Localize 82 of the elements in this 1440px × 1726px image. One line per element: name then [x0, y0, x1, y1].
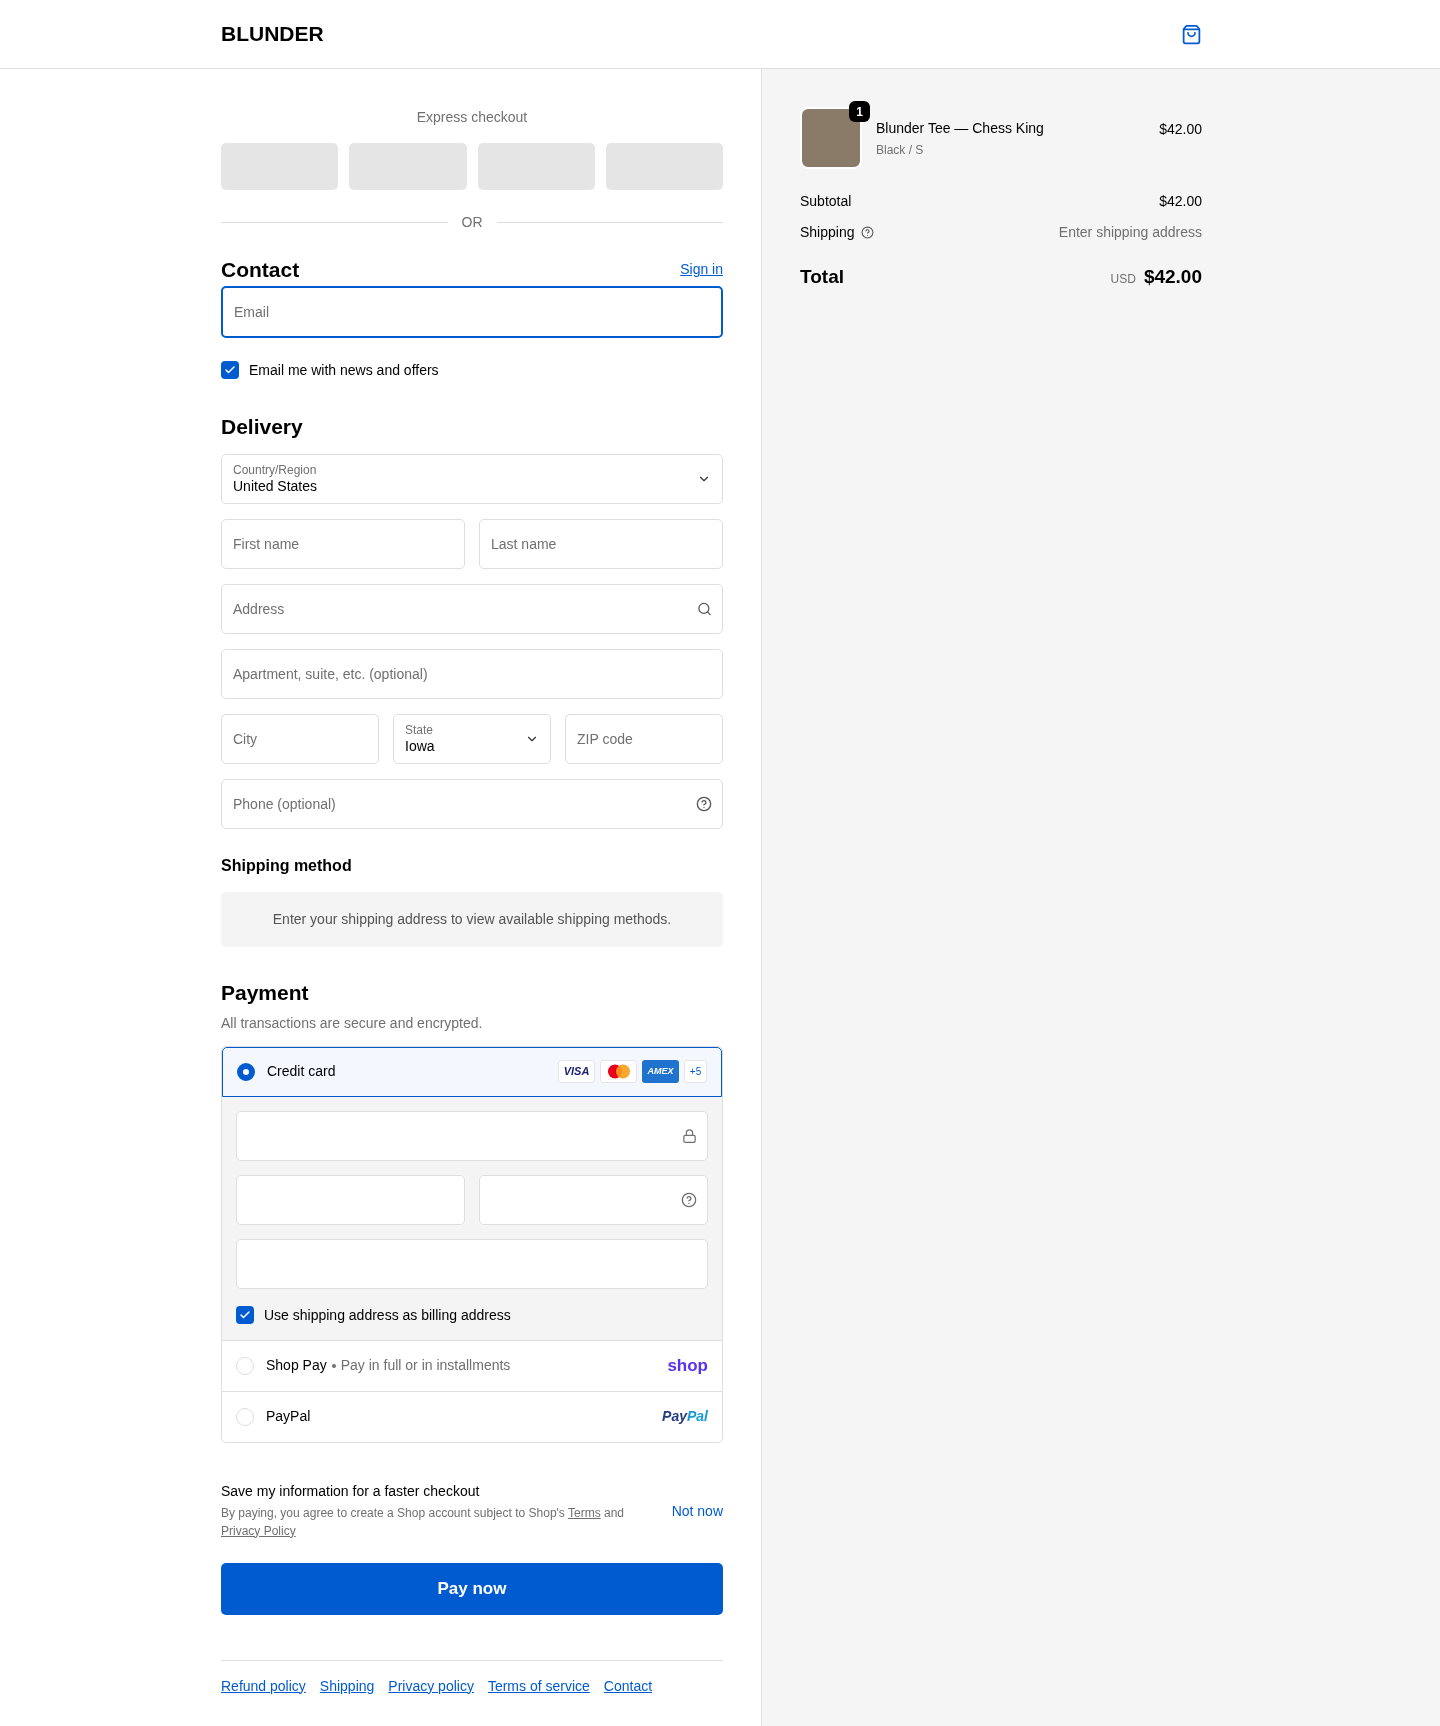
shop-logo: shop — [667, 1354, 708, 1377]
email-field[interactable]: Email — [221, 285, 723, 338]
product-photo-placeholder — [800, 107, 862, 169]
sign-in-link[interactable]: Sign in — [680, 259, 723, 281]
check-icon — [239, 1309, 251, 1321]
section-label: Express checkout — [415, 108, 529, 127]
footer-link[interactable]: Terms of service — [487, 1675, 590, 1697]
terms-link[interactable]: Terms — [567, 1505, 601, 1520]
checkbox[interactable] — [221, 361, 239, 379]
apartment-field[interactable]: Apartment, suite, etc. (optional) — [221, 649, 723, 699]
pay-now-button[interactable]: Pay now — [221, 1562, 723, 1615]
paypal-logo: PayPal — [662, 1407, 708, 1426]
total-value: $42.00 — [1143, 265, 1202, 289]
summary-value: $42.00 — [1159, 192, 1202, 211]
amex-logo: AMEX — [642, 1060, 679, 1083]
search-icon — [697, 601, 712, 617]
name-on-card-field[interactable] — [236, 1238, 708, 1289]
city-field[interactable]: City — [221, 714, 379, 764]
visa-logo: VISA — [558, 1060, 595, 1083]
checkbox[interactable] — [236, 1306, 254, 1324]
section-heading: Contact — [221, 257, 300, 283]
express-checkout-button[interactable] — [477, 143, 595, 190]
last-name-field[interactable]: Last name — [479, 519, 723, 569]
currency-code: USD — [1110, 271, 1136, 288]
field-value: Iowa — [405, 737, 436, 756]
field-label: Country/Region — [233, 462, 318, 478]
consent-text: By paying, you agree to create a Shop account subject to Shop's Terms and Privacy Policy — [221, 1504, 625, 1540]
card-number-field[interactable] — [236, 1110, 708, 1161]
footer-link[interactable]: Shipping — [319, 1675, 375, 1697]
payment-option[interactable]: Shop Pay Pay in full or in installments shop — [222, 1340, 722, 1391]
product-variant: Black / S — [876, 141, 925, 159]
section-heading: Payment — [221, 980, 310, 1006]
zip-code-field[interactable]: ZIP code — [565, 714, 723, 764]
product-title: Blunder Tee — Chess King — [876, 118, 1045, 138]
save-info-title: Save my information for a faster checkout — [221, 1481, 481, 1501]
divider-label: OR — [461, 213, 483, 232]
address-field[interactable]: Address — [221, 584, 723, 634]
not-now-link[interactable]: Not now — [671, 1500, 723, 1522]
radio-button[interactable] — [237, 1062, 255, 1081]
expiration-date-field[interactable] — [236, 1174, 465, 1225]
summary-value: Enter shipping address — [1058, 223, 1202, 242]
phone-field[interactable]: Phone (optional) — [221, 779, 723, 829]
lock-icon — [682, 1128, 697, 1143]
footer-link[interactable]: Privacy policy — [388, 1675, 474, 1697]
section-subtitle: All transactions are secure and encrypted. — [221, 1013, 484, 1033]
shopping-bag-icon[interactable] — [1181, 23, 1202, 45]
total-label: Total — [800, 265, 844, 289]
first-name-field[interactable]: First name — [221, 519, 465, 569]
quantity-badge: 1 — [849, 101, 870, 122]
summary-label: Subtotal — [800, 192, 852, 211]
checkbox-label: Use shipping address as billing address — [264, 1305, 511, 1325]
field-label: State — [405, 722, 435, 738]
footer-link[interactable]: Contact — [603, 1675, 653, 1697]
product-price: $42.00 — [1159, 120, 1202, 139]
help-icon — [681, 1191, 697, 1208]
express-checkout-button[interactable] — [349, 143, 467, 190]
section-heading: Delivery — [221, 413, 304, 440]
check-icon — [224, 364, 236, 376]
bullet-icon — [331, 1363, 336, 1368]
payment-option-label: Credit card — [267, 1062, 337, 1081]
express-checkout-button[interactable] — [605, 143, 723, 190]
payment-option[interactable]: PayPal PayPal — [222, 1391, 722, 1442]
store-logo[interactable]: BLUNDER — [221, 18, 324, 50]
security-code-field[interactable] — [479, 1174, 708, 1225]
field-value: United States — [233, 477, 319, 496]
payment-option-label: Shop Pay — [266, 1356, 327, 1375]
more-cards-badge: +5 — [684, 1060, 707, 1083]
checkbox-label: Email me with news and offers — [249, 360, 439, 380]
section-heading: Shipping method — [221, 856, 353, 876]
privacy-policy-link[interactable]: Privacy Policy — [221, 1523, 296, 1538]
help-icon[interactable] — [860, 226, 874, 239]
country-select[interactable]: Country/Region United States — [221, 454, 723, 504]
shipping-notice: Enter your shipping address to view available shipping methods. — [221, 892, 723, 947]
express-checkout-button[interactable] — [221, 143, 339, 190]
footer-link[interactable]: Refund policy — [221, 1675, 306, 1697]
payment-option-note: Pay in full or in installments — [340, 1356, 511, 1375]
summary-label: Shipping — [800, 223, 855, 242]
payment-option[interactable]: Credit card VISA AMEX +5 — [222, 1046, 722, 1097]
help-icon — [696, 796, 712, 812]
mastercard-logo — [600, 1060, 637, 1083]
state-select[interactable]: State Iowa — [393, 714, 551, 764]
payment-option-label: PayPal — [266, 1407, 312, 1426]
